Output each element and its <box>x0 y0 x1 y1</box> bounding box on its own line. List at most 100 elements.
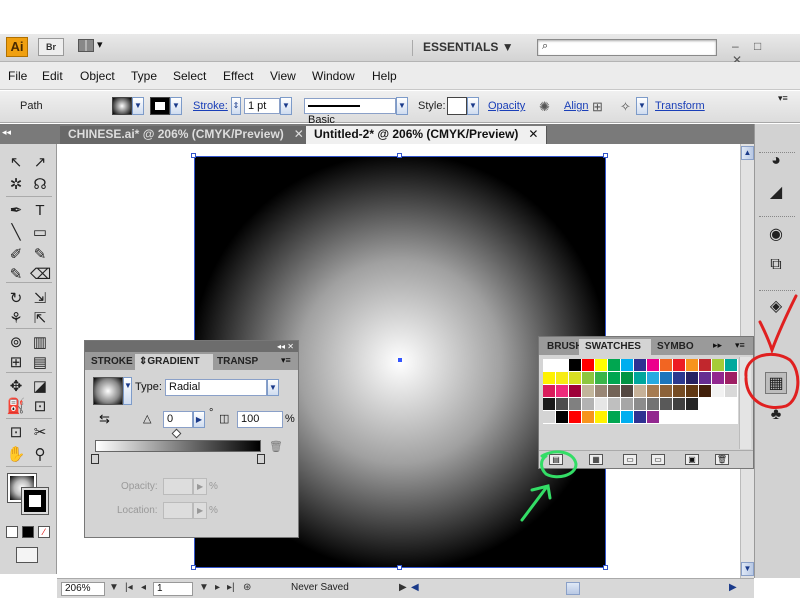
align-link[interactable]: Align <box>564 100 588 112</box>
scale-icon[interactable]: ⇲ <box>30 290 50 308</box>
blend-icon[interactable]: ◪ <box>30 378 50 396</box>
menu-view[interactable]: View <box>270 69 296 83</box>
menu-edit[interactable]: Edit <box>42 69 63 83</box>
panel-header[interactable]: ◂◂ ✕ <box>85 341 298 352</box>
tab-chinese-ai[interactable]: CHINESE.ai* @ 206% (CMYK/Preview) ✕ <box>60 126 313 144</box>
swatch-cell[interactable] <box>569 398 582 411</box>
stroke-swatch-black[interactable] <box>21 487 49 515</box>
slice-icon[interactable]: ✂ <box>30 424 50 442</box>
swatch-cell[interactable] <box>582 411 595 424</box>
bounding-box-handle[interactable] <box>603 153 608 158</box>
aspect-ratio-field[interactable]: 100 <box>237 411 283 428</box>
swatch-cell[interactable] <box>686 398 699 411</box>
none-mode-icon[interactable]: ⁄ <box>38 526 50 538</box>
artboard-icon[interactable]: ⊡ <box>6 424 26 442</box>
status-menu-icon[interactable]: ▶ <box>399 582 407 593</box>
delete-swatch-icon[interactable]: 🗑 <box>715 454 729 465</box>
swatch-cell[interactable] <box>699 411 712 424</box>
stroke-weight-field[interactable]: 1 pt <box>244 98 280 114</box>
swatch-cell[interactable] <box>595 385 608 398</box>
swatch-cell[interactable] <box>673 385 686 398</box>
warp-icon[interactable]: ⚘ <box>6 310 26 328</box>
swatch-cell[interactable] <box>647 411 660 424</box>
first-artboard-icon[interactable]: |◂ <box>125 582 133 593</box>
symbols-icon[interactable]: ♣ <box>765 404 787 426</box>
swatch-cell[interactable] <box>608 411 621 424</box>
bounding-box-handle[interactable] <box>397 153 402 158</box>
menu-object[interactable]: Object <box>80 69 115 83</box>
zoom-icon[interactable]: ⚲ <box>30 446 50 464</box>
expand-panel-icon[interactable]: ▸▸ <box>713 340 722 351</box>
menu-help[interactable]: Help <box>372 69 397 83</box>
swatch-cell[interactable] <box>608 398 621 411</box>
swatch-cell[interactable] <box>595 398 608 411</box>
swatch-cell[interactable] <box>673 359 686 372</box>
column-graph-icon[interactable]: ▥ <box>30 334 50 352</box>
tab-symbols[interactable]: SYMBO <box>651 339 694 355</box>
stroke-weight-dropdown[interactable]: ▼ <box>280 97 292 115</box>
isolate-icon[interactable]: ✧ <box>620 99 631 115</box>
swatch-cell[interactable] <box>621 372 634 385</box>
swatch-cell[interactable] <box>725 385 738 398</box>
swatch-cell[interactable] <box>582 385 595 398</box>
swatch-cell[interactable] <box>634 398 647 411</box>
swatch-cell[interactable] <box>556 411 569 424</box>
swatch-cell[interactable] <box>725 372 738 385</box>
gradient-preview[interactable] <box>93 377 123 405</box>
swatch-cell[interactable] <box>725 398 738 411</box>
pen-icon[interactable]: ✒ <box>6 202 26 220</box>
new-swatch-icon[interactable]: ▣ <box>685 454 699 465</box>
swatch-cell[interactable] <box>660 398 673 411</box>
workspace-switcher[interactable]: ESSENTIALS ▼ <box>412 40 524 56</box>
tab-gradient[interactable]: ⇕GRADIENT <box>135 354 213 370</box>
color-mode-icon[interactable] <box>6 526 18 538</box>
swatch-cell[interactable] <box>647 398 660 411</box>
swatch-cell[interactable] <box>699 398 712 411</box>
swatch-cell[interactable] <box>569 385 582 398</box>
swatch-cell[interactable] <box>634 385 647 398</box>
symbol-sprayer-icon[interactable]: ⊚ <box>6 334 26 352</box>
free-transform-icon[interactable]: ⇱ <box>30 310 50 328</box>
gradient-type-select[interactable]: Radial <box>165 379 267 396</box>
swatch-cell[interactable] <box>543 385 556 398</box>
swatch-cell[interactable] <box>595 411 608 424</box>
color-icon[interactable]: ◕ <box>765 150 787 172</box>
pencil-icon[interactable]: ✎ <box>30 246 50 264</box>
paintbrush-icon[interactable]: ✐ <box>6 246 26 264</box>
tab-untitled-2[interactable]: Untitled-2* @ 206% (CMYK/Preview) ✕ <box>306 126 548 144</box>
gradient-mode-icon[interactable] <box>22 526 34 538</box>
direct-selection-icon[interactable]: ↗ <box>30 154 50 172</box>
swatches-icon[interactable]: ▦ <box>765 372 787 394</box>
swatch-cell[interactable] <box>556 398 569 411</box>
bridge-button[interactable]: Br <box>38 38 64 56</box>
swatch-cell[interactable] <box>660 372 673 385</box>
appearance-icon[interactable]: ◉ <box>765 224 787 246</box>
next-artboard-icon[interactable]: ▸ <box>215 582 220 593</box>
scroll-right-icon[interactable]: ▶ <box>729 582 737 593</box>
collapse-tools-icon[interactable]: ◂◂ <box>2 126 14 138</box>
swatch-cell[interactable] <box>556 385 569 398</box>
selection-icon[interactable]: ↖ <box>6 154 26 172</box>
menu-effect[interactable]: Effect <box>223 69 253 83</box>
previous-artboard-icon[interactable]: ◂ <box>141 582 146 593</box>
swatch-cell[interactable] <box>621 359 634 372</box>
swatch-cell[interactable] <box>686 372 699 385</box>
tab-stroke[interactable]: STROKE <box>87 354 135 370</box>
stroke-stepper[interactable]: ⇕ <box>231 97 241 115</box>
swatch-cell[interactable] <box>634 411 647 424</box>
angle-dropdown[interactable]: ▶ <box>193 411 205 428</box>
swatch-cell[interactable] <box>595 372 608 385</box>
swatch-cell[interactable] <box>621 411 634 424</box>
graphic-style-swatch[interactable] <box>447 97 467 115</box>
scroll-down-icon[interactable]: ▼ <box>741 562 754 576</box>
change-screen-mode-button[interactable] <box>16 547 38 563</box>
zoom-dropdown-icon[interactable]: ▼ <box>109 582 119 593</box>
swatch-cell[interactable] <box>582 372 595 385</box>
control-panel-menu-icon[interactable]: ▾≡ <box>778 93 788 104</box>
bounding-box-handle[interactable] <box>397 565 402 570</box>
swatch-cell[interactable] <box>647 372 660 385</box>
swatch-options-icon[interactable]: ▭ <box>623 454 637 465</box>
opacity-link[interactable]: Opacity <box>488 100 525 112</box>
hand-icon[interactable]: ✋ <box>6 446 26 464</box>
zoom-level-field[interactable]: 206% <box>61 582 105 596</box>
